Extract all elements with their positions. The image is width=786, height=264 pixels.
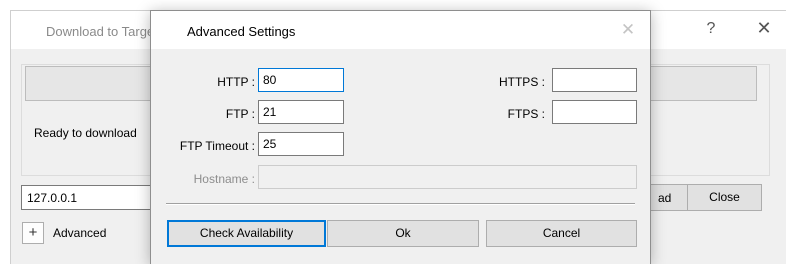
download-window-title: Download to Target — [46, 24, 158, 39]
advanced-settings-dialog: Advanced Settings ✕ HTTP : FTP : FTP Tim… — [150, 10, 651, 264]
dialog-titlebar: Advanced Settings ✕ — [151, 11, 650, 49]
https-port-input[interactable] — [552, 68, 637, 92]
dialog-title: Advanced Settings — [187, 24, 296, 39]
https-label: HTTPS : — [498, 75, 545, 89]
window-close-icon[interactable]: ✕ — [753, 18, 775, 39]
ftps-label: FTPS : — [507, 107, 545, 121]
ftp-label: FTP : — [225, 107, 255, 121]
status-text: Ready to download — [34, 126, 137, 140]
expand-plus-icon[interactable]: + — [22, 222, 44, 244]
ip-address-input[interactable]: 127.0.0.1 — [21, 185, 161, 210]
check-availability-button[interactable]: Check Availability — [167, 220, 326, 247]
ok-button[interactable]: Ok — [327, 220, 479, 247]
dialog-close-icon[interactable]: ✕ — [619, 21, 637, 38]
help-icon[interactable]: ? — [701, 20, 721, 38]
cancel-button[interactable]: Cancel — [486, 220, 637, 247]
dialog-separator — [166, 203, 635, 205]
ftps-port-input[interactable] — [552, 100, 637, 124]
http-label: HTTP : — [217, 75, 255, 89]
hostname-label: Hostname : — [193, 172, 255, 186]
ftp-timeout-label: FTP Timeout : — [179, 139, 255, 153]
http-port-input[interactable] — [258, 68, 344, 92]
advanced-toggle[interactable]: + Advanced — [22, 222, 106, 244]
ftp-port-input[interactable] — [258, 100, 344, 124]
close-button[interactable]: Close — [687, 184, 762, 211]
hostname-input[interactable] — [258, 165, 637, 189]
ftp-timeout-input[interactable] — [258, 132, 344, 156]
advanced-label[interactable]: Advanced — [53, 226, 106, 240]
download-button[interactable]: ad — [650, 184, 688, 211]
